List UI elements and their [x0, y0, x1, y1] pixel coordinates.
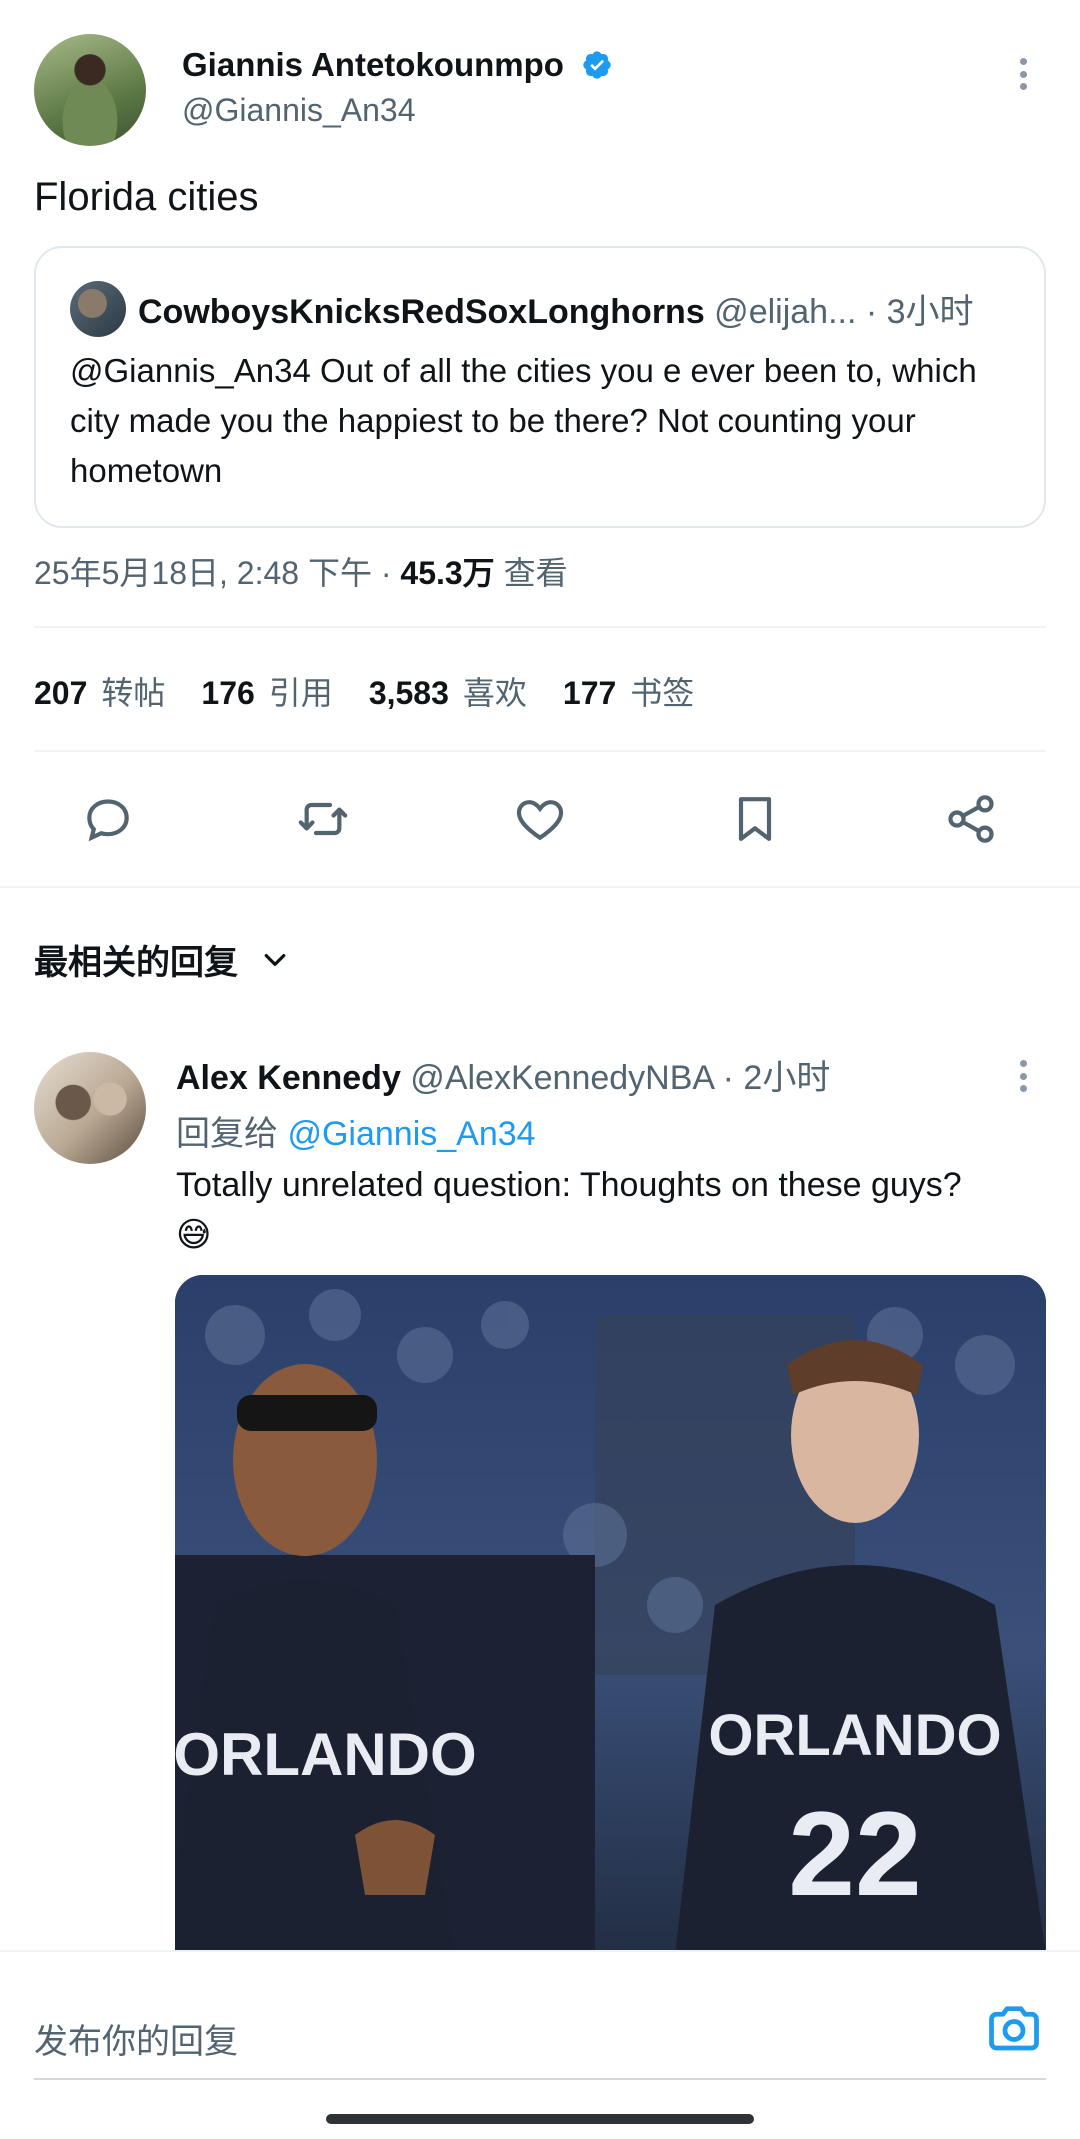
svg-text:ORLANDO: ORLANDO — [175, 1721, 477, 1788]
retweet-icon[interactable] — [290, 786, 356, 852]
author-name-row[interactable]: Giannis Antetokounmpo — [182, 46, 613, 84]
reply-to-handle[interactable]: @Giannis_An34 — [287, 1115, 535, 1153]
quote-meta: @elijah... · 3小时 — [704, 293, 974, 331]
reply-author-name[interactable]: Alex Kennedy — [176, 1059, 401, 1097]
reply-to-line: 回复给 @Giannis_An34 — [176, 1106, 536, 1155]
stat-reposts[interactable]: 207 转帖 — [34, 668, 165, 714]
basketball-players-photo: ORLANDO ORLANDO 22 — [175, 1275, 1046, 1955]
reply-text: Totally unrelated question: Thoughts on … — [176, 1166, 962, 1204]
divider — [34, 626, 1046, 628]
reply-more-options-icon[interactable] — [1008, 1056, 1038, 1096]
author-handle[interactable]: @Giannis_An34 — [182, 92, 416, 129]
quote-header: CowboysKnicksRedSoxLonghorns @elijah... … — [138, 284, 1014, 333]
action-bar — [34, 786, 1046, 852]
svg-text:ORLANDO: ORLANDO — [708, 1703, 1001, 1768]
engagement-stats: 207 转帖 176 引用 3,583 喜欢 177 书签 — [34, 668, 694, 714]
like-icon[interactable] — [507, 786, 573, 852]
stat-bookmarks[interactable]: 177 书签 — [563, 668, 694, 714]
tweet-text: Florida cities — [34, 175, 259, 219]
tweet-header: Giannis Antetokounmpo @Giannis_An34 — [34, 34, 1046, 146]
quote-author-name: CowboysKnicksRedSoxLonghorns — [138, 293, 705, 331]
reply-input[interactable]: 发布你的回复 — [34, 2014, 238, 2063]
author-avatar[interactable] — [34, 34, 146, 146]
divider — [34, 750, 1046, 752]
sweat-smile-emoji: 😅 — [176, 1216, 212, 1254]
reply-text-block: Totally unrelated question: Thoughts on … — [176, 1160, 1046, 1260]
stat-likes[interactable]: 3,583 喜欢 — [369, 668, 527, 714]
composer-underline — [34, 2078, 1046, 2080]
section-divider — [0, 886, 1080, 888]
reply-composer: 发布你的回复 — [0, 1950, 1080, 2139]
reply-header: Alex Kennedy @AlexKennedyNBA · 2小时 — [176, 1050, 830, 1099]
camera-icon[interactable] — [984, 1998, 1044, 2058]
share-icon[interactable] — [938, 786, 1004, 852]
tweet-timestamp[interactable]: 25年5月18日, 2:48 下午 · — [34, 555, 400, 591]
reply-meta[interactable]: @AlexKennedyNBA · 2小时 — [401, 1059, 830, 1097]
reply-icon[interactable] — [75, 786, 141, 852]
stat-quotes[interactable]: 176 引用 — [201, 668, 332, 714]
reply-sort-label: 最相关的回复 — [34, 944, 238, 982]
reply-author-avatar[interactable] — [34, 1052, 146, 1164]
reply-media-image[interactable]: ORLANDO ORLANDO 22 — [175, 1275, 1046, 1955]
view-count: 45.3万 — [400, 555, 495, 591]
reply-to-prefix: 回复给 — [176, 1115, 288, 1153]
tweet-timestamp-row: 25年5月18日, 2:48 下午 · 45.3万 查看 — [34, 548, 568, 594]
verified-badge-icon — [583, 51, 611, 79]
chevron-down-icon — [264, 953, 286, 966]
view-label: 查看 — [494, 555, 568, 591]
more-options-icon[interactable] — [1008, 54, 1038, 94]
quote-text: @Giannis_An34 Out of all the cities you … — [70, 352, 977, 489]
bookmark-icon[interactable] — [722, 786, 788, 852]
author-name[interactable]: Giannis Antetokounmpo — [182, 46, 564, 83]
home-indicator[interactable] — [326, 2114, 754, 2124]
reply-sort-dropdown[interactable]: 最相关的回复 — [34, 935, 290, 984]
quoted-tweet[interactable]: CowboysKnicksRedSoxLonghorns @elijah... … — [34, 246, 1046, 528]
quote-author-avatar — [70, 281, 126, 337]
svg-text:22: 22 — [788, 1787, 921, 1921]
